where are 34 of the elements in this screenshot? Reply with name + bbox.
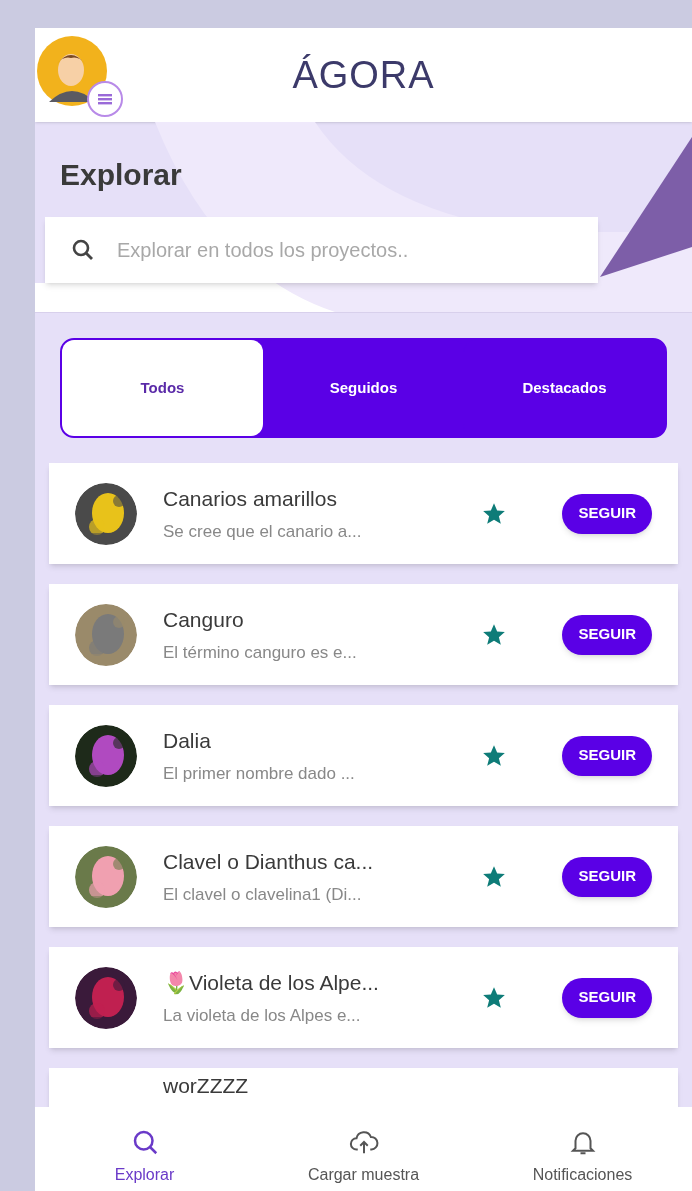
- follow-button[interactable]: SEGUIR: [562, 614, 652, 655]
- project-title: Canarios amarillos: [163, 486, 338, 512]
- project-card[interactable]: Dalia El primer nombre dado ... SEGUIR: [49, 705, 678, 806]
- project-title: Dalia: [163, 728, 212, 754]
- nav-tab[interactable]: Cargar muestra: [254, 1107, 473, 1191]
- project-title: Canguro: [163, 607, 245, 633]
- follow-button[interactable]: SEGUIR: [562, 977, 652, 1018]
- project-card[interactable]: worZZZZ: [49, 1068, 678, 1107]
- search-field[interactable]: Explorar en todos los proyectos..: [45, 217, 598, 283]
- project-summary: El primer nombre dado ...: [163, 762, 356, 785]
- menu-icon: [98, 93, 112, 105]
- project-summary: Se cree que el canario a...: [163, 520, 363, 543]
- project-summary: El clavel o clavelina1 (Di...: [163, 883, 363, 906]
- project-title: Clavel o Dianthus ca...: [163, 849, 375, 875]
- project-card[interactable]: Clavel o Dianthus ca... El clavel o clavelina1 (Di... SEGUIR: [49, 826, 678, 927]
- nav-tab[interactable]: Explorar: [35, 1107, 254, 1191]
- nav-tab[interactable]: Notificaciones: [473, 1107, 692, 1191]
- project-summary: El término canguro es e...: [163, 641, 358, 664]
- follow-button[interactable]: SEGUIR: [562, 856, 652, 897]
- project-card[interactable]: Canguro El término canguro es e... SEGUIR: [49, 584, 678, 685]
- menu-button[interactable]: [87, 81, 123, 117]
- project-title: 🌷Violeta de los Alpe...: [163, 970, 380, 997]
- project-summary: La violeta de los Alpes e...: [163, 1004, 362, 1027]
- page-title: Explorar: [60, 157, 183, 193]
- follow-button[interactable]: SEGUIR: [562, 735, 652, 776]
- filter-tab[interactable]: Todos: [62, 340, 263, 436]
- avatar-icon[interactable]: [37, 36, 107, 106]
- project-card[interactable]: Canarios amarillos Se cree que el canario a... SEGUIR: [49, 463, 678, 564]
- project-card[interactable]: 🌷Violeta de los Alpe... La violeta de los Alpes e... SEGUIR: [49, 947, 678, 1048]
- project-title: worZZZZ: [163, 1074, 249, 1098]
- follow-button[interactable]: SEGUIR: [562, 493, 652, 534]
- search-icon: [71, 238, 95, 262]
- app-logo: ÁGORA: [292, 52, 435, 98]
- search-input[interactable]: Explorar en todos los proyectos..: [117, 235, 577, 265]
